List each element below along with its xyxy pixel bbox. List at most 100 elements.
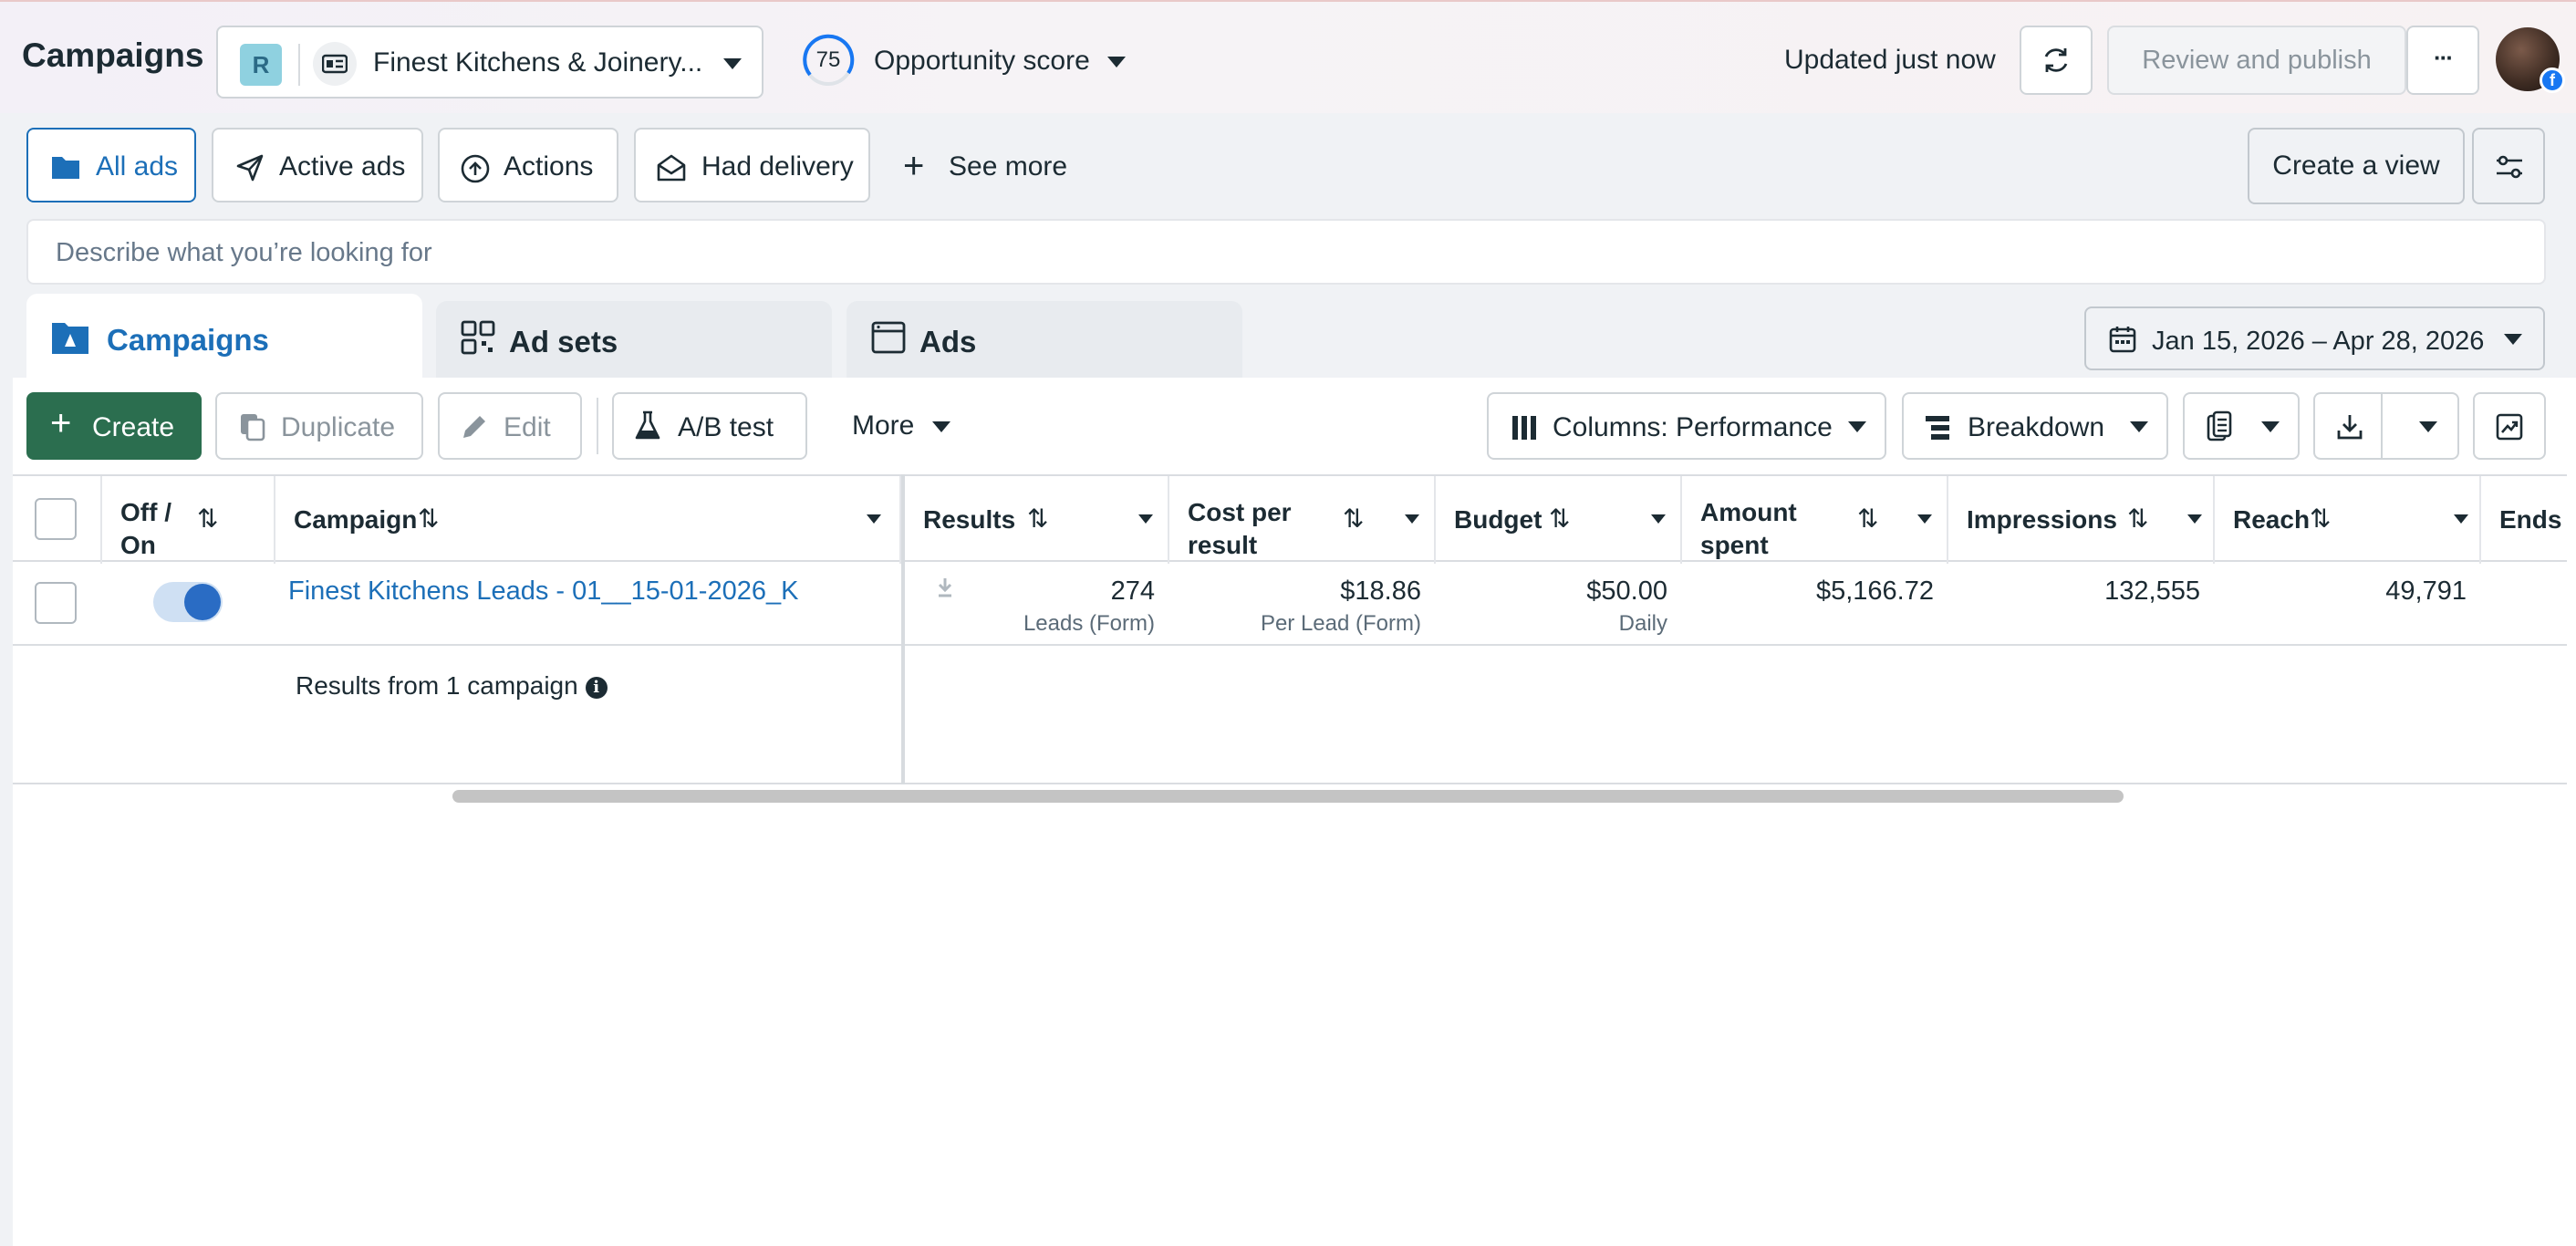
- filter-label: Had delivery: [701, 151, 854, 182]
- export-button[interactable]: [2313, 392, 2459, 460]
- header-ends[interactable]: Ends: [2481, 476, 2567, 564]
- ab-test-button[interactable]: A/B test: [612, 392, 807, 460]
- chevron-down-icon[interactable]: [1138, 514, 1153, 524]
- header-label: Off / On: [120, 498, 171, 559]
- reach-value: 49,791: [2385, 576, 2467, 606]
- business-card-icon: [313, 42, 357, 86]
- summary-text: Results from 1 campaign i: [296, 671, 608, 701]
- envelope-open-icon: [657, 154, 686, 182]
- filter-label: Active ads: [279, 151, 406, 182]
- tab-campaigns[interactable]: Campaigns: [26, 294, 422, 379]
- columns-button[interactable]: Columns: Performance: [1487, 392, 1886, 460]
- chevron-down-icon: [2130, 421, 2148, 432]
- see-more-label: See more: [949, 151, 1068, 182]
- divider: [298, 44, 300, 86]
- chevron-down-icon[interactable]: [867, 514, 881, 524]
- chevron-down-icon: [2419, 421, 2437, 432]
- sort-icon[interactable]: ⇅: [2310, 504, 2331, 534]
- select-all-checkbox[interactable]: [35, 498, 77, 540]
- tab-label: Ad sets: [509, 325, 618, 358]
- filter-label: Actions: [504, 151, 594, 182]
- date-range-picker[interactable]: Jan 15, 2026 – Apr 28, 2026: [2084, 306, 2545, 370]
- breakdown-button[interactable]: Breakdown: [1902, 392, 2168, 460]
- chevron-down-icon[interactable]: [2187, 514, 2202, 524]
- search-bar[interactable]: [26, 219, 2546, 285]
- header-label: Results: [923, 505, 1016, 534]
- calendar-icon: [2109, 327, 2136, 353]
- more-options-button[interactable]: ···: [2406, 26, 2479, 95]
- view-settings-button[interactable]: [2472, 128, 2545, 204]
- info-icon[interactable]: i: [585, 677, 608, 699]
- cost-per-result-type: Per Lead (Form): [1260, 611, 1421, 636]
- cell-results: 274 Leads (Form): [905, 562, 1169, 646]
- header-campaign[interactable]: Campaign ⇅: [275, 476, 901, 564]
- budget-value: $50.00: [1586, 576, 1667, 606]
- top-bar: Campaigns R Finest Kitchens & Joinery...…: [0, 0, 2576, 113]
- campaign-name-link[interactable]: Finest Kitchens Leads - 01__15-01-2026_K: [288, 576, 798, 607]
- columns-label: Columns: Performance: [1553, 412, 1833, 442]
- chart-view-button[interactable]: [2473, 392, 2546, 460]
- review-and-publish-button[interactable]: Review and publish: [2107, 26, 2406, 95]
- filter-all-ads[interactable]: All ads: [26, 128, 196, 202]
- header-impressions[interactable]: Impressions ⇅: [1948, 476, 2215, 564]
- sort-icon[interactable]: ⇅: [197, 504, 218, 534]
- reports-stack-icon: [2207, 410, 2232, 441]
- sort-icon[interactable]: ⇅: [1549, 504, 1570, 534]
- header-label: Impressions: [1967, 505, 2117, 534]
- create-view-button[interactable]: Create a view: [2248, 128, 2465, 204]
- page-title: Campaigns: [22, 36, 204, 74]
- sort-icon[interactable]: ⇅: [1027, 504, 1048, 534]
- reports-button[interactable]: [2183, 392, 2300, 460]
- header-cost-per-result[interactable]: Cost per result ⇅: [1169, 476, 1436, 564]
- header-amount-spent[interactable]: Amount spent ⇅: [1682, 476, 1948, 564]
- header-off-on[interactable]: Off / On ⇅: [102, 476, 275, 564]
- campaigns-table: Off / On ⇅ Campaign ⇅ Results ⇅ Cost per…: [13, 474, 2567, 784]
- frozen-column-divider[interactable]: [901, 474, 905, 784]
- chevron-down-icon[interactable]: [2454, 514, 2468, 524]
- row-checkbox[interactable]: [35, 582, 77, 624]
- budget-type: Daily: [1618, 611, 1667, 636]
- cell-amount-spent: $5,166.72: [1682, 562, 1948, 646]
- chevron-down-icon: [1107, 57, 1126, 67]
- create-button[interactable]: + Create: [26, 392, 202, 460]
- more-label: More: [852, 410, 915, 441]
- avatar[interactable]: f: [2496, 27, 2565, 93]
- filter-had-delivery[interactable]: Had delivery: [634, 128, 870, 202]
- cell-budget[interactable]: $50.00 Daily: [1436, 562, 1682, 646]
- horizontal-scrollbar[interactable]: [452, 790, 2124, 803]
- edit-button[interactable]: Edit: [438, 392, 582, 460]
- chevron-down-icon[interactable]: [1651, 514, 1666, 524]
- plus-icon: +: [903, 146, 925, 186]
- ab-test-label: A/B test: [678, 412, 774, 442]
- search-input[interactable]: [56, 234, 2519, 272]
- sort-icon[interactable]: ⇅: [418, 504, 439, 534]
- refresh-button[interactable]: [2020, 26, 2093, 95]
- header-results[interactable]: Results ⇅: [905, 476, 1169, 564]
- account-selector[interactable]: R Finest Kitchens & Joinery...: [216, 26, 763, 99]
- sort-icon[interactable]: ⇅: [1857, 504, 1878, 534]
- header-label: Campaign: [294, 505, 418, 534]
- header-budget[interactable]: Budget ⇅: [1436, 476, 1682, 564]
- sort-icon[interactable]: ⇅: [2127, 504, 2148, 534]
- tab-ad-sets[interactable]: Ad sets: [436, 301, 832, 378]
- filter-actions[interactable]: Actions: [438, 128, 618, 202]
- header-reach[interactable]: Reach ⇅: [2215, 476, 2481, 564]
- campaign-toggle[interactable]: [153, 582, 223, 622]
- duplicate-button[interactable]: Duplicate: [215, 392, 423, 460]
- campaigns-folder-icon: [52, 323, 88, 354]
- download-icon: [2337, 415, 2363, 440]
- chevron-down-icon: [2504, 334, 2522, 345]
- duplicate-icon: [241, 414, 265, 441]
- chevron-down-icon[interactable]: [1917, 514, 1932, 524]
- tab-ads[interactable]: Ads: [847, 301, 1242, 378]
- header-label: Ends: [2499, 505, 2562, 534]
- pencil-icon: [463, 416, 485, 438]
- export-split-divider: [2381, 394, 2383, 458]
- table-row[interactable]: Finest Kitchens Leads - 01__15-01-2026_K…: [13, 562, 2567, 646]
- filter-active-ads[interactable]: Active ads: [212, 128, 423, 202]
- sort-icon[interactable]: ⇅: [1343, 504, 1364, 534]
- columns-icon: [1512, 416, 1536, 440]
- more-dots-icon: ···: [2434, 44, 2454, 71]
- plus-icon: +: [50, 403, 72, 443]
- chevron-down-icon[interactable]: [1405, 514, 1419, 524]
